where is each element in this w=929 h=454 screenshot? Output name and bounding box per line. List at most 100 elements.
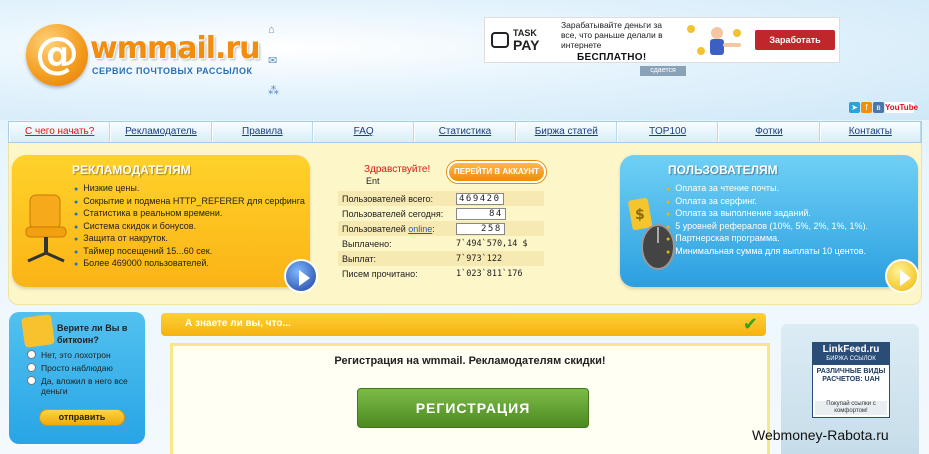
- list-item: Оплата за выполнение заданий.: [666, 208, 868, 221]
- online-users-counter: 258: [456, 222, 505, 235]
- earn-button[interactable]: Заработать: [755, 30, 835, 50]
- users-more-button[interactable]: [885, 259, 919, 293]
- list-item: Партнерская программа.: [666, 233, 868, 246]
- watermark: Webmoney-Rabota.ru: [752, 427, 889, 443]
- banner-copy: Зарабатывайте деньги за все, что раньше …: [561, 20, 663, 50]
- advertisers-benefits: Низкие цены. Сокрытие и подмена HTTP_REF…: [74, 183, 305, 271]
- banner-illustration: [687, 25, 741, 55]
- bitcoin-poll: Верите ли Вы в биткоин? Нет, это лохотро…: [9, 312, 145, 444]
- linkfeed-body: РАЗЛИЧНЫЕ ВИДЫ РАСЧЕТОВ: UAH: [816, 368, 886, 383]
- nav-faq[interactable]: FAQ: [312, 122, 415, 142]
- advertisers-title: РЕКЛАМОДАТЕЛЯМ: [72, 163, 191, 177]
- did-you-know-bar: А знаете ли вы, что... ✔: [161, 313, 766, 336]
- taskpay-brand-big: PAY: [513, 37, 540, 53]
- checkmark-icon: ✔: [742, 314, 758, 334]
- list-item: Низкие цены.: [74, 183, 305, 196]
- list-item: Минимальная сумма для выплаты 10 центов.: [666, 246, 868, 259]
- logo-at-mark: @: [26, 24, 88, 86]
- site-stats-table: Пользователей всего: 469420 Пользователе…: [338, 191, 544, 281]
- stat-label: Пользователей online:: [338, 221, 452, 236]
- stat-label: Выплат:: [338, 251, 452, 266]
- network-icon[interactable]: ⁂: [268, 84, 280, 114]
- users-benefits: Оплата за чтение почты. Оплата за серфин…: [666, 183, 868, 258]
- table-row: Выплат: 7`973`122: [338, 251, 544, 266]
- header-quick-icons: ⌂ ✉ ⁂: [268, 24, 280, 114]
- youtube-icon[interactable]: YouTube: [885, 102, 918, 113]
- radio-button[interactable]: [27, 376, 36, 385]
- letters-read-value: 1`023`811`176: [452, 266, 544, 281]
- list-item: Оплата за серфинг.: [666, 196, 868, 209]
- nav-statistics[interactable]: Статистика: [414, 122, 516, 142]
- poll-option[interactable]: Да, вложил в него все деньги: [27, 376, 139, 396]
- table-row: Писем прочитано: 1`023`811`176: [338, 266, 544, 281]
- logo-name: wmmail.ru: [90, 31, 261, 66]
- stat-label: Пользователей всего:: [338, 191, 452, 206]
- svg-text:$: $: [635, 207, 645, 223]
- list-item: 5 уровней рефералов (10%, 5%, 2%, 1%, 1%…: [666, 221, 868, 234]
- total-users-counter: 469420: [456, 192, 504, 205]
- vk-icon[interactable]: в: [873, 102, 884, 113]
- list-item: Система скидок и бонусов.: [74, 221, 305, 234]
- site-header: @ wmmail.ru СЕРВИС ПОЧТОВЫХ РАССЫЛОК ⌂ ✉…: [0, 0, 929, 120]
- radio-button[interactable]: [27, 350, 36, 359]
- nav-article-exchange[interactable]: Биржа статей: [515, 122, 617, 142]
- list-item: Сокрытие и подмена HTTP_REFERER для серф…: [74, 196, 305, 209]
- home-icon[interactable]: ⌂: [268, 24, 280, 54]
- stat-label: Выплачено:: [338, 236, 452, 251]
- taskpay-logo: TASK PAY: [491, 26, 539, 56]
- main-nav: С чего начать? Рекламодатель Правила FAQ…: [8, 121, 922, 143]
- nav-photos[interactable]: Фотки: [718, 122, 820, 142]
- logo-slogan: СЕРВИС ПОЧТОВЫХ РАССЫЛОК: [92, 66, 253, 76]
- registration-headline: Регистрация на wmmail. Рекламодателям ск…: [334, 355, 606, 367]
- taskpay-ad-banner[interactable]: TASK PAY Зарабатывайте деньги за все, чт…: [484, 17, 840, 63]
- office-chair-icon: [25, 194, 67, 263]
- table-row: Пользователей online: 258: [338, 221, 544, 236]
- nav-advertiser[interactable]: Рекламодатель: [110, 122, 212, 142]
- today-users-counter: 84: [456, 207, 506, 220]
- linkfeed-name: LinkFeed.ru: [813, 343, 889, 356]
- poll-submit-button[interactable]: отправить: [39, 409, 125, 426]
- banner-for-rent-label[interactable]: сдается: [640, 66, 686, 76]
- list-item: Более 469000 пользователей.: [74, 258, 305, 271]
- facebook-icon[interactable]: f: [861, 102, 872, 113]
- site-logo[interactable]: @ wmmail.ru СЕРВИС ПОЧТОВЫХ РАССЫЛОК: [26, 24, 261, 86]
- table-row: Пользователей сегодня: 84: [338, 206, 544, 221]
- registration-box: Регистрация на wmmail. Рекламодателям ск…: [170, 343, 770, 454]
- paid-total-value: 7`494`570,14 $: [452, 236, 544, 251]
- poll-option[interactable]: Просто наблюдаю: [27, 363, 139, 373]
- list-item: Защита от накруток.: [74, 233, 305, 246]
- nav-contacts[interactable]: Контакты: [819, 122, 921, 142]
- advertisers-more-button[interactable]: [284, 259, 318, 293]
- register-button[interactable]: РЕГИСТРАЦИЯ: [357, 388, 589, 428]
- username: Ent: [366, 176, 380, 186]
- nav-rules[interactable]: Правила: [211, 122, 313, 142]
- list-item: Таймер посещений 15...60 сек.: [74, 246, 305, 259]
- list-item: Оплата за чтение почты.: [666, 183, 868, 196]
- stat-label: Писем прочитано:: [338, 266, 452, 281]
- payouts-count-value: 7`973`122: [452, 251, 544, 266]
- social-links: ➤ f в YouTube: [849, 102, 918, 114]
- poll-icon: [21, 314, 55, 348]
- list-item: Статистика в реальном времени.: [74, 208, 305, 221]
- radio-button[interactable]: [27, 363, 36, 372]
- nav-getting-started[interactable]: С чего начать?: [9, 122, 111, 142]
- poll-question: Верите ли Вы в биткоин?: [57, 323, 128, 345]
- go-to-account-button[interactable]: ПЕРЕЙТИ В АККАУНТ: [447, 161, 546, 183]
- did-you-know-title: А знаете ли вы, что...: [185, 318, 291, 329]
- users-panel: ПОЛЬЗОВАТЕЛЯМ $ Оплата за чтение почты. …: [620, 155, 918, 287]
- chat-icon: [491, 32, 509, 48]
- nav-top100[interactable]: TOP100: [616, 122, 719, 142]
- online-users-link[interactable]: online: [408, 224, 432, 234]
- users-title: ПОЛЬЗОВАТЕЛЯМ: [668, 163, 778, 177]
- table-row: Выплачено: 7`494`570,14 $: [338, 236, 544, 251]
- banner-free: БЕСПЛАТНО!: [577, 52, 647, 63]
- linkfeed-ad[interactable]: LinkFeed.ru БИРЖА ССЫЛОК РАЗЛИЧНЫЕ ВИДЫ …: [812, 342, 890, 418]
- table-row: Пользователей всего: 469420: [338, 191, 544, 206]
- stat-label: Пользователей сегодня:: [338, 206, 452, 221]
- mail-icon[interactable]: ✉: [268, 54, 280, 84]
- advertisers-panel: РЕКЛАМОДАТЕЛЯМ Низкие цены. Сокрытие и п…: [12, 155, 310, 287]
- poll-options: Нет, это лохотрон Просто наблюдаю Да, вл…: [27, 350, 139, 399]
- poll-option[interactable]: Нет, это лохотрон: [27, 350, 139, 360]
- telegram-icon[interactable]: ➤: [849, 102, 860, 113]
- greeting: Здравствуйте!: [364, 164, 431, 175]
